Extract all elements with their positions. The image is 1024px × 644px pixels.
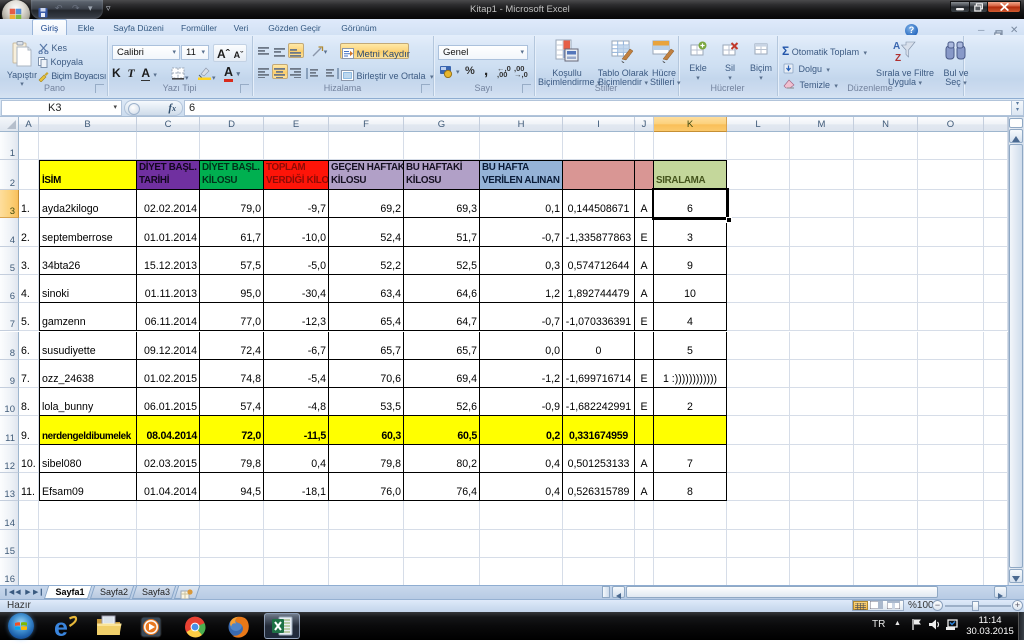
svg-text:Z: Z: [895, 53, 901, 64]
svg-text:A: A: [893, 41, 900, 52]
svg-text:e: e: [54, 614, 68, 639]
